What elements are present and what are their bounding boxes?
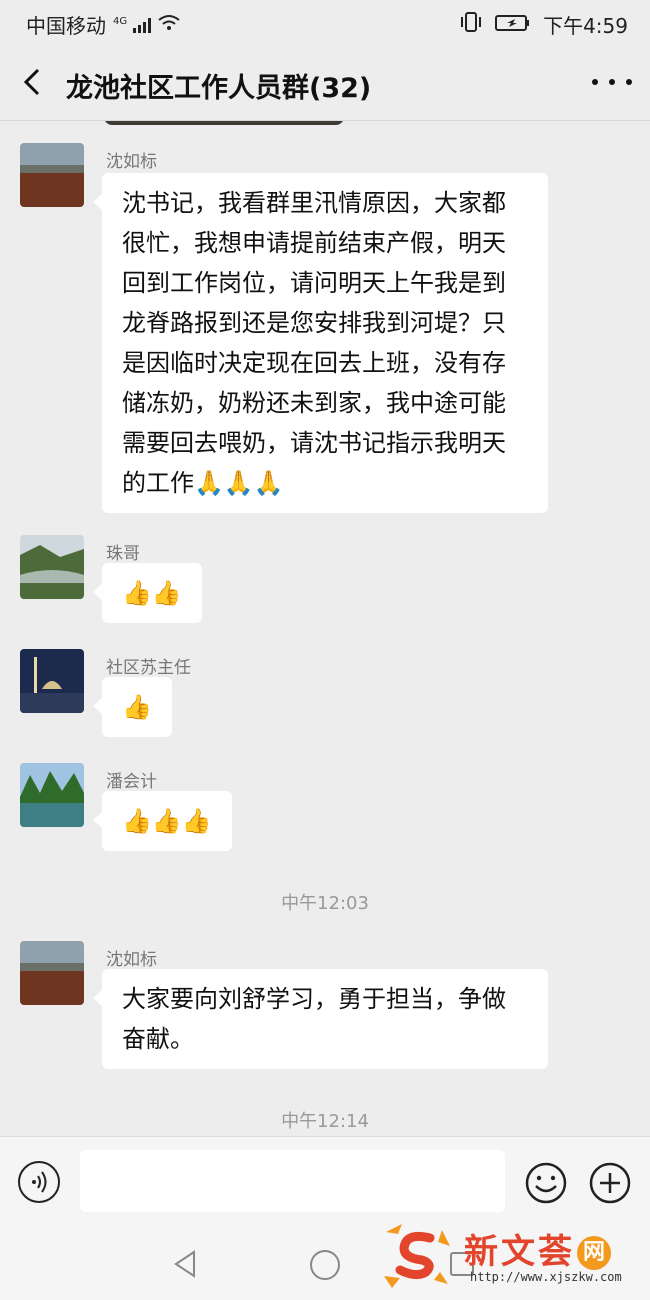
triangle-back-icon: [174, 1250, 195, 1278]
sender-name: 珠哥: [106, 544, 140, 564]
plus-icon: [589, 1162, 631, 1204]
more-icon-dot: [626, 79, 632, 85]
status-bar: 中国移动 4G 下午4:59: [0, 0, 650, 46]
sender-name: 社区苏主任: [106, 658, 191, 678]
avatar[interactable]: [20, 649, 84, 713]
thumbs-up-icon: 👍👍: [122, 579, 182, 607]
network-type: 4G: [113, 15, 128, 27]
thumbs-up-icon: 👍👍👍: [122, 807, 212, 835]
avatar[interactable]: [20, 941, 84, 1005]
plus-button[interactable]: [588, 1161, 632, 1205]
battery-icon: [495, 13, 531, 37]
timestamp: 中午12:14: [281, 1111, 369, 1132]
message-text: 大家要向刘舒学习，勇于担当，争做奋献。: [122, 985, 506, 1053]
status-right: 下午4:59: [459, 10, 628, 39]
nav-home-button[interactable]: [308, 1248, 342, 1286]
watermark-net-badge: 网: [577, 1236, 611, 1270]
circle-home-icon: [310, 1250, 340, 1280]
status-left: 中国移动 4G: [26, 10, 181, 39]
signal-icon: [133, 17, 152, 33]
message-bubble[interactable]: 👍👍: [93, 563, 202, 623]
message-bubble[interactable]: 👍: [93, 677, 172, 737]
chevron-left-icon: [23, 68, 40, 96]
watermark-brand-text: 新文荟: [464, 1232, 575, 1272]
watermark: 新文荟网 http://www.xjszkw.com: [376, 1216, 648, 1296]
carrier-label: 中国移动: [26, 14, 106, 38]
chat-title: 龙池社区工作人员群(32): [66, 73, 372, 104]
avatar[interactable]: [20, 143, 84, 207]
praying-hands-icon: 🙏🙏🙏: [194, 469, 284, 497]
voice-icon: [32, 1171, 47, 1193]
wifi-icon: [157, 13, 181, 37]
clock: 下午4:59: [543, 14, 628, 38]
emoji-button[interactable]: [524, 1161, 568, 1205]
more-icon-dot: [609, 79, 615, 85]
previous-image-message[interactable]: [104, 121, 344, 125]
message-bubble[interactable]: 大家要向刘舒学习，勇于担当，争做奋献。: [93, 969, 548, 1069]
timestamp: 中午12:03: [281, 893, 369, 914]
chat-area[interactable]: 沈如标 沈书记，我看群里汛情原因，大家都很忙，我想申请提前结束产假，明天回到工作…: [0, 121, 650, 1135]
sender-name: 沈如标: [106, 152, 157, 172]
vibrate-icon: [459, 11, 483, 38]
voice-button[interactable]: [18, 1161, 60, 1203]
back-button[interactable]: [16, 64, 52, 100]
watermark-brand: 新文荟网: [464, 1224, 611, 1273]
smiley-icon: [525, 1162, 567, 1204]
nav-back-button[interactable]: [170, 1248, 202, 1284]
chat-header: 龙池社区工作人员群(32): [0, 46, 650, 121]
more-icon: [592, 79, 598, 85]
message-bubble[interactable]: 沈书记，我看群里汛情原因，大家都很忙，我想申请提前结束产假，明天回到工作岗位，请…: [93, 173, 548, 513]
avatar[interactable]: [20, 535, 84, 599]
watermark-url: http://www.xjszkw.com: [470, 1270, 622, 1284]
more-button[interactable]: [592, 66, 632, 98]
message-input[interactable]: [80, 1150, 505, 1212]
watermark-logo-icon: [384, 1224, 450, 1288]
avatar[interactable]: [20, 763, 84, 827]
thumbs-up-icon: 👍: [122, 693, 152, 721]
sender-name: 潘会计: [106, 772, 157, 792]
message-text: 沈书记，我看群里汛情原因，大家都很忙，我想申请提前结束产假，明天回到工作岗位，请…: [122, 189, 506, 497]
message-bubble[interactable]: 👍👍👍: [93, 791, 232, 851]
sender-name: 沈如标: [106, 950, 157, 970]
